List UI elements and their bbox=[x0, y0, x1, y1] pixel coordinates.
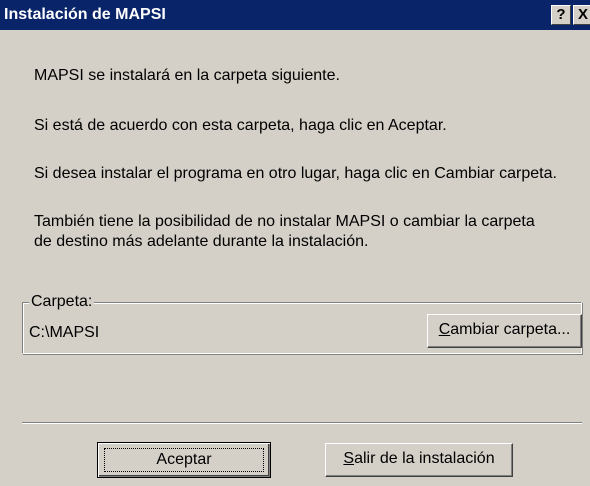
close-button[interactable]: X bbox=[573, 5, 590, 25]
help-icon: ? bbox=[556, 6, 566, 23]
installer-dialog: Instalación de MAPSI ? X MAPSI se instal… bbox=[0, 0, 590, 486]
change-folder-label: ambiar carpeta... bbox=[450, 321, 571, 338]
folder-group-label: Carpeta: bbox=[29, 292, 95, 312]
button-separator bbox=[22, 422, 582, 424]
help-button[interactable]: ? bbox=[551, 5, 571, 25]
message-change-hint: Si desea instalar el programa en otro lu… bbox=[34, 165, 557, 182]
exit-mnemonic: S bbox=[343, 450, 355, 467]
message-accept-hint: Si está de acuerdo con esta carpeta, hag… bbox=[34, 117, 447, 134]
change-folder-button[interactable]: Cambiar carpeta... bbox=[427, 314, 582, 348]
exit-label: alir de la instalación bbox=[354, 450, 495, 467]
exit-setup-button[interactable]: Salir de la instalación bbox=[325, 443, 513, 477]
folder-path-value: C:\MAPSI bbox=[29, 324, 100, 341]
accept-button[interactable]: Aceptar bbox=[97, 442, 271, 478]
message-later-hint: También tiene la posibilidad de no insta… bbox=[34, 213, 535, 250]
close-icon: X bbox=[577, 6, 588, 23]
message-install-folder: MAPSI se instalará en la carpeta siguien… bbox=[34, 67, 340, 84]
accept-label: Aceptar bbox=[156, 451, 212, 468]
window-title: Instalación de MAPSI bbox=[4, 6, 166, 23]
change-folder-mnemonic: C bbox=[438, 321, 451, 338]
title-bar[interactable]: Instalación de MAPSI ? X bbox=[0, 0, 590, 30]
